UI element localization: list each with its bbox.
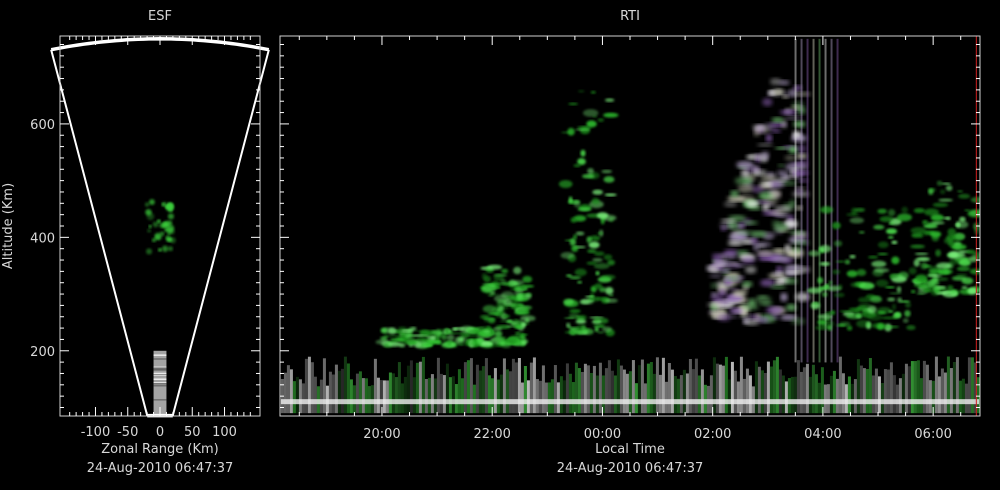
rti-x-tick-label: 22:00 xyxy=(473,427,510,442)
esf-panel: ESF -100 -50 0 50 100 200 400 600 Altitude (Km… xyxy=(1,9,270,476)
esf-y-tick-label: 200 xyxy=(30,345,55,360)
rti-x-tick-label: 02:00 xyxy=(694,427,731,442)
esf-echo-region xyxy=(144,199,176,255)
esf-title: ESF xyxy=(148,9,172,24)
rti-title: RTI xyxy=(620,9,640,24)
radar-figure: ESF -100 -50 0 50 100 200 400 600 Altitude (Km… xyxy=(1,9,981,476)
rti-echo-region xyxy=(558,89,619,337)
rti-echo-region xyxy=(706,38,839,363)
rti-x-tick-label: 00:00 xyxy=(584,427,621,442)
rti-x-tick-label: 06:00 xyxy=(914,427,951,442)
esf-x-axis-label: Zonal Range (Km) xyxy=(101,442,218,457)
esf-x-tick-label: 0 xyxy=(156,425,164,440)
rti-timestamp: 24-Aug-2010 06:47:37 xyxy=(557,461,704,476)
rti-panel: RTI 20:00 22:00 00:00 02:00 04:00 06:00 Local… xyxy=(279,9,981,476)
esf-timestamp: 24-Aug-2010 06:47:37 xyxy=(87,461,234,476)
rti-x-axis-label: Local Time xyxy=(595,442,665,457)
esf-echo-layer xyxy=(144,199,176,415)
rti-echo-layer xyxy=(280,38,980,414)
esf-x-tick-label: 100 xyxy=(212,425,237,440)
rti-echo-region xyxy=(806,206,917,332)
esf-y-axis-label: Altitude (Km) xyxy=(1,183,16,269)
esf-echo-region xyxy=(153,350,167,415)
esf-x-tick-label: -100 xyxy=(81,425,111,440)
rti-echo-region xyxy=(280,356,980,414)
rti-echo-region xyxy=(476,264,536,349)
esf-x-tick-label: -50 xyxy=(117,425,138,440)
rti-x-tick-label: 04:00 xyxy=(804,427,841,442)
esf-fan-left-edge xyxy=(50,49,149,416)
esf-y-tick-label: 400 xyxy=(30,231,55,246)
esf-y-tick-label: 600 xyxy=(30,118,55,133)
esf-fan-right-edge xyxy=(171,49,270,416)
rti-x-tick-label: 20:00 xyxy=(363,427,400,442)
esf-x-tick-label: 50 xyxy=(184,425,201,440)
rti-echo-region xyxy=(910,180,980,298)
